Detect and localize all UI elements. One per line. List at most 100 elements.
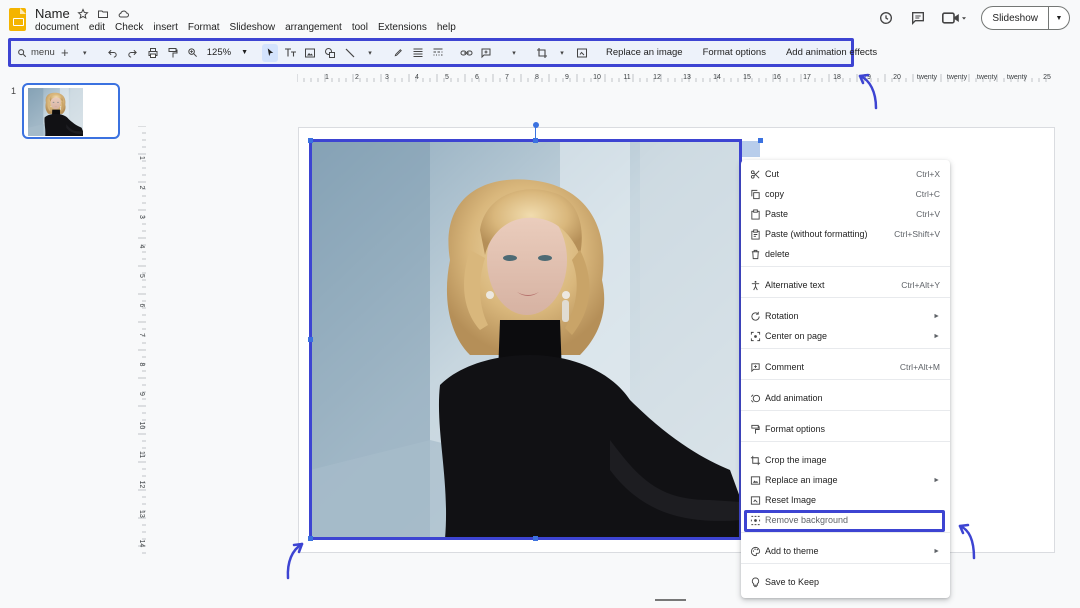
menu-item-paste-without-formatting[interactable]: Paste (without formatting) Ctrl+Shift+V xyxy=(741,225,950,243)
folder-move-icon[interactable] xyxy=(96,7,110,21)
print-icon[interactable] xyxy=(145,44,161,62)
menu-item-copy[interactable]: copy Ctrl+C xyxy=(741,185,950,203)
undo-icon[interactable] xyxy=(105,44,121,62)
menu-item-add-to-theme[interactable]: Add to theme ► xyxy=(741,542,950,560)
resize-handle-ne[interactable] xyxy=(758,138,763,143)
crop-icon[interactable] xyxy=(534,44,550,62)
annotation-arrow-toolbar xyxy=(858,73,878,110)
scrollbar-indicator[interactable] xyxy=(655,599,686,601)
menu-arrangement[interactable]: arrangement xyxy=(285,22,342,33)
insert-image-icon[interactable] xyxy=(302,44,318,62)
menu-extensions[interactable]: Extensions xyxy=(378,22,427,33)
menu-item-paste[interactable]: Paste Ctrl+V xyxy=(741,205,950,223)
menu-item-label: Add to theme xyxy=(765,546,819,556)
menu-item-save-to-keep[interactable]: Save to Keep xyxy=(741,573,950,591)
menu-insert[interactable]: insert xyxy=(153,22,177,33)
menu-item-format-options[interactable]: Format options xyxy=(741,420,950,438)
thumbnail-photo xyxy=(28,88,83,136)
animation-button[interactable]: Add animation effects xyxy=(780,47,883,58)
animation-icon xyxy=(749,392,761,404)
paint-format-icon[interactable] xyxy=(165,44,181,62)
add-comment-icon[interactable] xyxy=(478,44,494,62)
ruler-left-label: 14 xyxy=(138,540,145,548)
ruler-top-label: 16 xyxy=(773,74,781,81)
menu-slideshow[interactable]: Slideshow xyxy=(230,22,276,33)
submenu-arrow-icon: ► xyxy=(933,332,940,340)
menu-item-replace-an-image[interactable]: Replace an image ► xyxy=(741,471,950,489)
cloud-status-icon[interactable] xyxy=(116,7,130,21)
ruler-left-label: 2 xyxy=(138,186,145,190)
menu-item-reset-image[interactable]: Reset Image xyxy=(741,491,950,509)
menu-item-label: Replace an image xyxy=(765,475,838,485)
menu-check[interactable]: Check xyxy=(115,22,143,33)
border-color-icon[interactable] xyxy=(390,44,406,62)
resize-handle-w[interactable] xyxy=(308,337,313,342)
rotate-handle[interactable] xyxy=(533,122,539,128)
menu-edit[interactable]: edit xyxy=(89,22,105,33)
new-slide-layout-icon[interactable]: ▾ xyxy=(77,44,93,62)
document-title[interactable]: Name xyxy=(35,6,70,21)
comments-icon[interactable] xyxy=(909,9,927,27)
menu-format[interactable]: Format xyxy=(188,22,220,33)
menu-item-crop-the-image[interactable]: Crop the image xyxy=(741,451,950,469)
slide-thumbnail[interactable] xyxy=(22,83,120,139)
menu-tool[interactable]: tool xyxy=(352,22,368,33)
format-options-button[interactable]: Format options xyxy=(697,47,772,58)
toolbar: menu + ▾ 125% ▼ ▾ ▾ ▾ Replace an image F… xyxy=(8,38,877,67)
ruler-left-label: 13 xyxy=(138,510,145,518)
replace-image-button[interactable]: Replace an image xyxy=(600,47,689,58)
slideshow-label[interactable]: Slideshow xyxy=(982,7,1049,29)
shape-icon[interactable] xyxy=(322,44,338,62)
resize-handle-s[interactable] xyxy=(533,536,538,541)
star-icon[interactable] xyxy=(76,7,90,21)
new-slide-icon[interactable]: + xyxy=(57,44,73,62)
menu-document[interactable]: document xyxy=(35,22,79,33)
ruler-left-label: 4 xyxy=(138,245,145,249)
zoom-icon[interactable] xyxy=(185,44,201,62)
menu-search[interactable]: menu xyxy=(17,47,55,58)
ruler-top-label: 8 xyxy=(535,74,539,81)
resize-handle-sw[interactable] xyxy=(308,536,313,541)
ruler-top-label: 11 xyxy=(623,74,630,81)
link-icon[interactable] xyxy=(458,44,474,62)
menu-item-center-on-page[interactable]: Center on page ► xyxy=(741,327,950,345)
menu-item-cut[interactable]: Cut Ctrl+X xyxy=(741,165,950,183)
border-dash-icon[interactable] xyxy=(430,44,446,62)
menu-divider xyxy=(741,410,950,411)
zoom-value: 125% xyxy=(206,47,232,58)
ruler-left-label: 9 xyxy=(138,392,145,396)
ruler-top-label: twenty xyxy=(1007,74,1028,81)
mask-dropdown-icon[interactable]: ▾ xyxy=(506,44,522,62)
menu-item-label: Paste xyxy=(765,209,789,219)
text-box-icon[interactable] xyxy=(282,44,298,62)
zoom-select[interactable]: 125% ▼ xyxy=(207,47,248,58)
menu-help[interactable]: help xyxy=(437,22,456,33)
line-icon[interactable] xyxy=(342,44,358,62)
reset-image-icon xyxy=(749,494,761,506)
slide-number: 1 xyxy=(11,86,17,96)
crop-dropdown-icon[interactable]: ▾ xyxy=(554,44,570,62)
ruler-top-label: 6 xyxy=(475,74,479,81)
slideshow-dropdown-icon[interactable]: ▼ xyxy=(1049,15,1069,22)
redo-icon[interactable] xyxy=(125,44,141,62)
history-icon[interactable] xyxy=(877,9,895,27)
reset-image-icon[interactable] xyxy=(574,44,590,62)
meet-video-icon[interactable] xyxy=(941,9,967,27)
slides-logo[interactable] xyxy=(9,8,26,31)
ruler-left-label: 6 xyxy=(138,304,145,308)
menu-item-rotation[interactable]: Rotation ► xyxy=(741,307,950,325)
select-tool-icon[interactable] xyxy=(262,43,279,62)
border-weight-icon[interactable] xyxy=(410,44,426,62)
ruler-top-label: 3 xyxy=(385,74,389,81)
menu-item-shortcut: Ctrl+Alt+M xyxy=(899,362,940,372)
line-dropdown-icon[interactable]: ▾ xyxy=(362,44,378,62)
resize-handle-n[interactable] xyxy=(533,138,538,143)
vertical-ruler: 1234567891011121314 xyxy=(138,126,146,554)
trash-icon xyxy=(749,248,761,260)
resize-handle-nw[interactable] xyxy=(308,138,313,143)
slideshow-button[interactable]: Slideshow ▼ xyxy=(981,6,1070,30)
menu-item-add-animation[interactable]: Add animation xyxy=(741,389,950,407)
menu-item-alternative-text[interactable]: Alternative text Ctrl+Alt+Y xyxy=(741,276,950,294)
menu-item-comment[interactable]: Comment Ctrl+Alt+M xyxy=(741,358,950,376)
menu-item-delete[interactable]: delete xyxy=(741,245,950,263)
